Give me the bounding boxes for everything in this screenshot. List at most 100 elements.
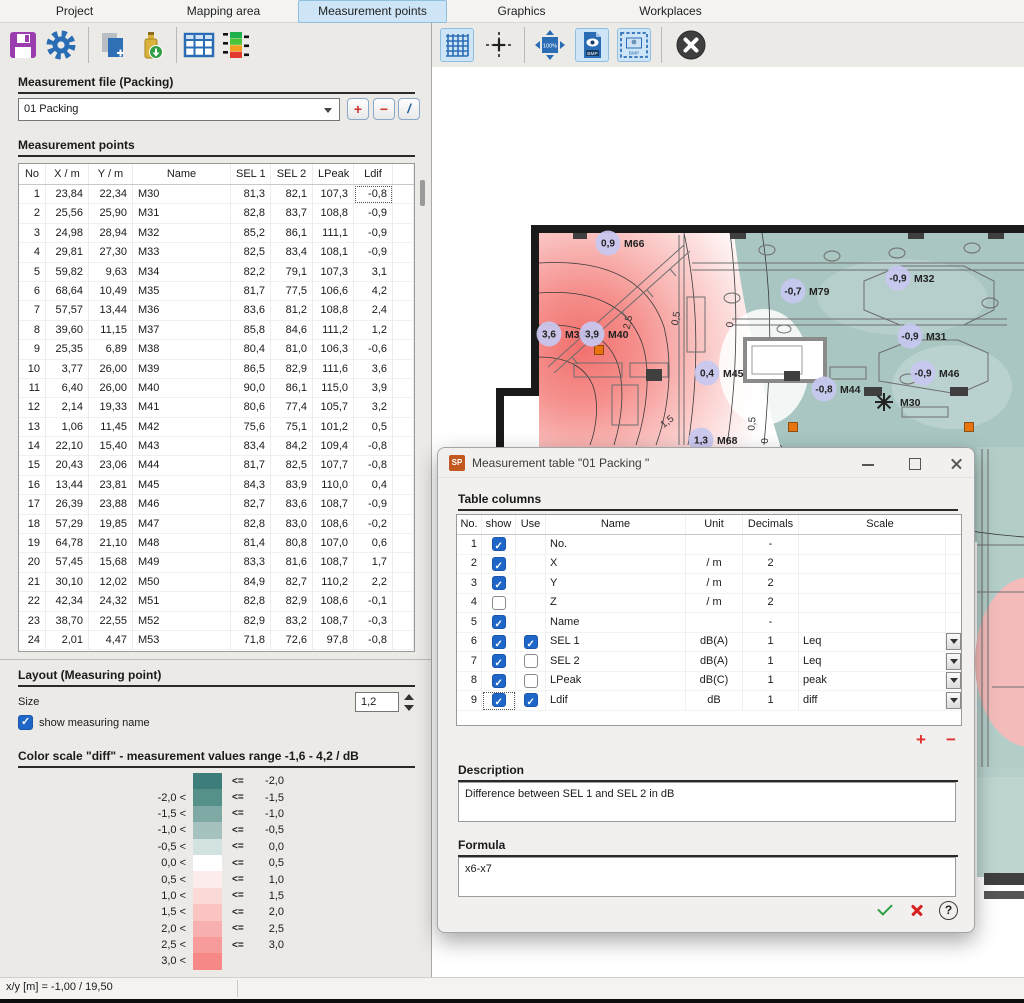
grid-cell-decimals[interactable]: 1 [743, 633, 799, 653]
help-button[interactable]: ? [939, 901, 958, 920]
copy-measurement-file-button[interactable] [96, 28, 130, 62]
grid-cell-scale[interactable] [799, 535, 946, 555]
table-cell[interactable]: 1,2 [354, 321, 393, 340]
scale-dropdown-button[interactable] [946, 653, 961, 670]
table-cell[interactable]: -0,6 [354, 340, 393, 359]
import-measurement-button[interactable] [134, 28, 168, 62]
table-cell[interactable]: 25,90 [89, 204, 133, 223]
table-cell[interactable]: M36 [133, 301, 231, 320]
table-cell[interactable]: 81,0 [271, 340, 313, 359]
table-cell[interactable]: -0,1 [354, 592, 393, 611]
table-cell[interactable]: M43 [133, 437, 231, 456]
grid-cell-unit[interactable] [686, 613, 743, 633]
table-row[interactable]: 1857,2919,85M4782,883,0108,6-0,2 [19, 515, 414, 534]
cancel-x-icon[interactable] [908, 901, 926, 919]
close-button[interactable] [946, 455, 968, 472]
table-cell[interactable]: 24,98 [46, 224, 89, 243]
table-cell[interactable]: 110,0 [313, 476, 354, 495]
column-header[interactable]: Name [133, 164, 231, 184]
table-cell[interactable]: 97,8 [313, 631, 354, 650]
table-cell[interactable]: 71,8 [231, 631, 271, 650]
table-cell[interactable]: M38 [133, 340, 231, 359]
table-cell[interactable]: -0,8 [354, 185, 393, 204]
table-columns-grid[interactable]: No.showUseNameUnitDecimalsScale1No.-2X/ … [456, 514, 962, 726]
grid-cell-no[interactable]: 7 [457, 652, 482, 672]
grid-cell-unit[interactable]: dB(A) [686, 652, 743, 672]
table-cell[interactable]: -0,9 [354, 495, 393, 514]
table-row[interactable]: 1422,1015,40M4383,484,2109,4-0,8 [19, 437, 414, 456]
table-cell[interactable]: M31 [133, 204, 231, 223]
table-cell[interactable]: 25,35 [46, 340, 89, 359]
table-cell[interactable]: 85,2 [231, 224, 271, 243]
table-cell[interactable]: 84,2 [271, 437, 313, 456]
spinner-down-icon[interactable] [404, 705, 414, 711]
grid-cell-no[interactable]: 6 [457, 633, 482, 653]
grid-cell-name[interactable]: Y [546, 574, 686, 594]
table-cell[interactable]: 108,6 [313, 592, 354, 611]
measurement-file-select[interactable]: 01 Packing [18, 98, 340, 121]
grid-column-header[interactable]: show [482, 515, 516, 534]
table-cell[interactable]: 115,0 [313, 379, 354, 398]
table-cell[interactable]: 81,2 [271, 301, 313, 320]
grid-cell-scale[interactable] [799, 574, 946, 594]
grid-cell-unit[interactable]: dB [686, 691, 743, 711]
table-cell[interactable]: 82,8 [231, 515, 271, 534]
grid-cell-decimals[interactable]: 2 [743, 594, 799, 614]
column-header[interactable]: SEL 1 [231, 164, 271, 184]
table-cell[interactable]: 2,4 [354, 301, 393, 320]
grid-cell-no[interactable]: 8 [457, 672, 482, 692]
use-checkbox[interactable] [524, 693, 538, 707]
table-cell[interactable]: 111,6 [313, 360, 354, 379]
table-cell[interactable]: 107,3 [313, 185, 354, 204]
table-cell[interactable]: 81,4 [231, 534, 271, 553]
show-checkbox[interactable] [492, 674, 506, 688]
table-cell[interactable]: 83,4 [231, 437, 271, 456]
table-cell[interactable]: 22,34 [89, 185, 133, 204]
table-cell[interactable]: 2,01 [46, 631, 89, 650]
table-cell[interactable]: 8 [19, 321, 46, 340]
table-cell[interactable]: -0,3 [354, 612, 393, 631]
table-cell[interactable]: 84,6 [271, 321, 313, 340]
table-cell[interactable]: 86,5 [231, 360, 271, 379]
grid-row[interactable]: 8LPeakdB(C)1peak [457, 672, 961, 692]
table-cell[interactable]: M46 [133, 495, 231, 514]
table-cell[interactable]: 0,4 [354, 476, 393, 495]
table-cell[interactable]: -0,2 [354, 515, 393, 534]
grid-cell-scale[interactable]: Leq [799, 652, 946, 672]
table-cell[interactable]: 11 [19, 379, 46, 398]
table-cell[interactable]: M49 [133, 553, 231, 572]
table-cell[interactable]: 30,10 [46, 573, 89, 592]
table-cell[interactable]: 23,88 [89, 495, 133, 514]
grid-cell-name[interactable]: LPeak [546, 672, 686, 692]
table-cell[interactable]: M50 [133, 573, 231, 592]
table-cell[interactable]: 9 [19, 340, 46, 359]
table-row[interactable]: 2338,7022,55M5282,983,2108,7-0,3 [19, 612, 414, 631]
table-cell[interactable]: M34 [133, 263, 231, 282]
table-cell[interactable]: 3,77 [46, 360, 89, 379]
table-row[interactable]: 1613,4423,81M4584,383,9110,00,4 [19, 476, 414, 495]
tab-measurement-points[interactable]: Measurement points [298, 0, 447, 23]
table-cell[interactable]: 83,0 [271, 515, 313, 534]
remove-measurement-file-button[interactable]: − [373, 98, 395, 120]
table-cell[interactable]: 82,1 [271, 185, 313, 204]
use-checkbox[interactable] [524, 674, 538, 688]
grid-cell-dropdown[interactable] [946, 535, 962, 555]
table-cell[interactable]: 7 [19, 301, 46, 320]
grid-cell-no[interactable]: 1 [457, 535, 482, 555]
minimize-button[interactable] [858, 455, 880, 472]
grid-cell-name[interactable]: X [546, 555, 686, 575]
table-cell[interactable]: 13 [19, 418, 46, 437]
table-cell[interactable]: M51 [133, 592, 231, 611]
table-cell[interactable]: 12,02 [89, 573, 133, 592]
table-cell[interactable]: 108,8 [313, 204, 354, 223]
remove-column-button[interactable]: − [941, 730, 961, 750]
grid-row[interactable]: 6SEL 1dB(A)1Leq [457, 633, 961, 653]
source-marker[interactable] [595, 346, 604, 355]
dialog-titlebar[interactable]: SP Measurement table "01 Packing " [438, 448, 974, 478]
settings-button[interactable] [44, 28, 78, 62]
grid-cell-unit[interactable] [686, 535, 743, 555]
table-cell[interactable]: 2 [19, 204, 46, 223]
column-header[interactable]: X / m [46, 164, 89, 184]
grid-cell-decimals[interactable]: 2 [743, 555, 799, 575]
grid-cell-use[interactable] [516, 574, 546, 594]
